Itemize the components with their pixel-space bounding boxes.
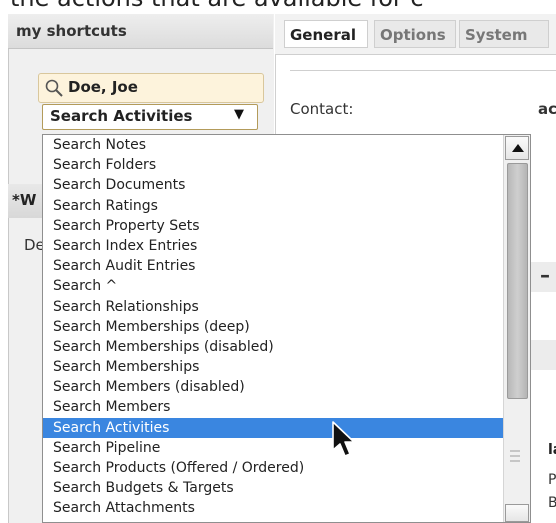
tab-general[interactable]: General <box>284 20 368 48</box>
dropdown-option[interactable]: Search Property Sets <box>43 216 503 236</box>
mouse-pointer-icon <box>332 421 355 457</box>
dropdown-option-selected[interactable]: Search Activities <box>43 417 503 438</box>
scroll-up-button[interactable] <box>505 136 529 160</box>
dropdown-option[interactable]: Search Budgets & Targets <box>43 478 503 498</box>
lan-label: lan <box>548 442 556 458</box>
dropdown-option[interactable]: Search Products (Offered / Ordered) <box>43 458 503 478</box>
dropdown-options: Search Notes Search Folders Search Documen… <box>43 135 503 522</box>
dropdown-option[interactable]: Search Members <box>43 397 503 417</box>
dropdown-option[interactable]: Search ^ <box>43 276 503 296</box>
tab-options[interactable]: Options <box>374 20 456 48</box>
chevron-down-icon[interactable]: ▼ <box>234 107 244 122</box>
collapse-icon[interactable]: – <box>540 263 550 287</box>
dropdown-option[interactable]: Search Notes <box>43 135 503 155</box>
pfin-label: Pfin <box>548 472 556 488</box>
dropdown-option[interactable]: Search Reminders <box>43 519 503 522</box>
dropdown-option[interactable]: Search Relationships <box>43 297 503 317</box>
dropdown-scrollbar[interactable] <box>503 135 530 522</box>
scroll-grip-icon <box>510 450 520 462</box>
dropdown-option[interactable]: Search Folders <box>43 155 503 175</box>
chevron-up-icon <box>512 144 524 152</box>
top-caption: the actions that are available for c <box>10 0 556 14</box>
bro-label: Brö <box>548 495 556 511</box>
search-type-select-value[interactable]: Search Activities <box>50 107 192 125</box>
divider <box>290 70 556 71</box>
workspace-header-label: *W <box>12 191 37 209</box>
dropdown-option[interactable]: Search Attachments <box>43 498 503 518</box>
dropdown-option[interactable]: Search Ratings <box>43 196 503 216</box>
search-icon[interactable] <box>44 78 64 98</box>
scroll-thumb[interactable] <box>507 163 528 399</box>
dropdown-option[interactable]: Search Members (disabled) <box>43 377 503 397</box>
dropdown-option[interactable]: Search Documents <box>43 175 503 195</box>
shortcuts-title: my shortcuts <box>16 22 127 40</box>
tab-system[interactable]: System <box>459 20 549 48</box>
dropdown-option[interactable]: Search Memberships <box>43 357 503 377</box>
dropdown-option[interactable]: Search Memberships (disabled) <box>43 337 503 357</box>
search-value[interactable]: Doe, Joe <box>68 78 138 96</box>
scroll-down-button[interactable] <box>505 504 529 522</box>
dropdown-option[interactable]: Search Index Entries <box>43 236 503 256</box>
dropdown-option[interactable]: Search Audit Entries <box>43 256 503 276</box>
contact-label: Contact: <box>290 100 354 118</box>
contact-value: ac <box>538 100 556 118</box>
search-type-dropdown[interactable]: Search Notes Search Folders Search Documen… <box>42 134 531 523</box>
dropdown-option[interactable]: Search Pipeline <box>43 438 503 458</box>
dropdown-option[interactable]: Search Memberships (deep) <box>43 317 503 337</box>
